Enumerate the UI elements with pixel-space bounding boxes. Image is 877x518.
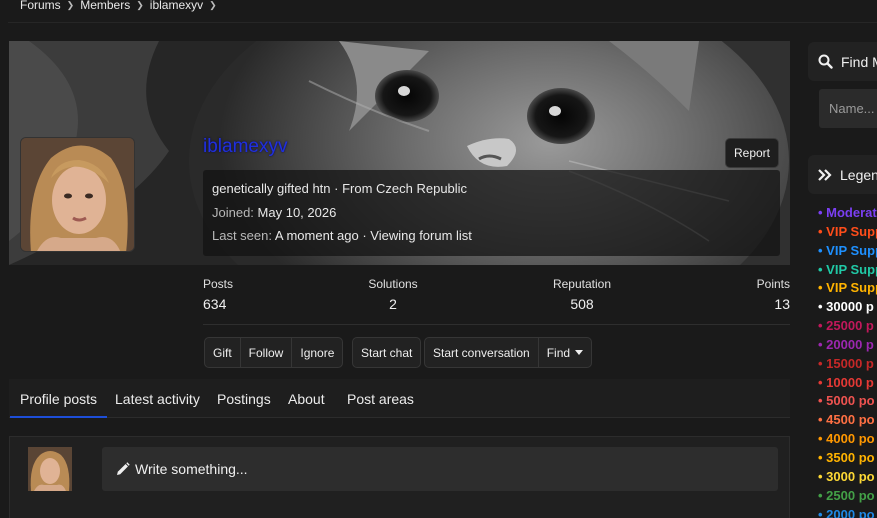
legend-list: • Moderat • VIP Supp • VIP Supp • VIP Supp •… xyxy=(818,204,877,518)
legend-item: • 4500 po xyxy=(818,412,875,428)
joined-line: Joined: May 10, 2026 xyxy=(212,205,336,220)
stat-value: 2 xyxy=(389,296,397,312)
legend-title: Legen xyxy=(840,166,877,183)
stat-label: Posts xyxy=(203,277,234,291)
legend-item: • 4000 po xyxy=(818,431,875,447)
joined-label: Joined: xyxy=(212,205,254,220)
legend-item: • 2500 po xyxy=(818,487,875,503)
tab-about[interactable]: About xyxy=(288,379,325,418)
conversation-actions: Start conversation Find xyxy=(424,337,593,368)
legend-item: • 3500 po xyxy=(818,449,875,465)
composer-placeholder: Write something... xyxy=(135,461,248,477)
stat-value: 508 xyxy=(570,296,594,312)
double-chevron-right-icon xyxy=(818,168,832,181)
chevron-right-icon: ❯ xyxy=(66,0,75,10)
tab-post-areas[interactable]: Post areas xyxy=(347,379,414,418)
stat-value: 13 xyxy=(774,296,790,312)
member-actions: Gift Follow Ignore xyxy=(204,337,344,368)
chat-actions: Start chat xyxy=(352,337,422,368)
stat-value: 634 xyxy=(203,296,227,312)
write-something-input[interactable]: Write something... xyxy=(102,447,778,491)
last-seen-label: Last seen: xyxy=(212,228,272,243)
chevron-right-icon: ❯ xyxy=(136,0,144,10)
find-member-block: Find M xyxy=(808,42,877,81)
start-chat-button[interactable]: Start chat xyxy=(353,338,420,367)
stat-label: Solutions xyxy=(368,277,418,291)
stat-reputation[interactable]: Reputation 508 xyxy=(552,277,612,312)
ignore-button[interactable]: Ignore xyxy=(292,338,342,367)
legend-item: • 2000 po xyxy=(818,506,875,518)
profile-username[interactable]: iblamexyv xyxy=(203,136,287,158)
profile-main: iblamexyv Report genetically gifted htn … xyxy=(9,41,790,518)
caret-down-icon xyxy=(575,350,584,355)
last-seen-value[interactable]: A moment ago · Viewing forum list xyxy=(275,228,472,243)
find-member-title: Find M xyxy=(841,53,877,70)
tab-postings[interactable]: Postings xyxy=(217,379,271,418)
stats-divider xyxy=(203,324,790,325)
chevron-right-icon: ❯ xyxy=(209,0,217,10)
legend-item: • 10000 p xyxy=(818,374,874,390)
start-conversation-button[interactable]: Start conversation xyxy=(425,338,539,367)
user-avatar-image xyxy=(21,138,134,251)
breadcrumb-divider xyxy=(8,22,877,23)
follow-button[interactable]: Follow xyxy=(241,338,293,367)
legend-item: • 15000 p xyxy=(818,355,874,371)
search-icon xyxy=(818,54,833,69)
breadcrumb-user[interactable]: iblamexyv xyxy=(150,0,203,12)
legend-block: Legen xyxy=(808,155,877,194)
stat-points[interactable]: Points 13 xyxy=(743,277,790,312)
profile-post-composer: Write something... xyxy=(9,436,790,518)
pencil-icon xyxy=(117,462,130,475)
profile-tabs: Profile posts Latest activity Postings A… xyxy=(9,379,790,418)
stat-label: Points xyxy=(756,277,790,291)
legend-item: • 5000 po xyxy=(818,393,875,409)
breadcrumb-forums[interactable]: Forums xyxy=(20,0,61,12)
stat-posts[interactable]: Posts 634 xyxy=(203,277,233,312)
find-button[interactable]: Find xyxy=(539,338,591,367)
legend-item: • 30000 p xyxy=(818,299,874,315)
joined-date: May 10, 2026 xyxy=(257,205,337,220)
gift-button[interactable]: Gift xyxy=(205,338,241,367)
legend-item: • VIP Supp xyxy=(818,261,877,277)
find-label: Find xyxy=(546,345,571,360)
last-seen-line: Last seen: A moment ago · Viewing forum … xyxy=(212,228,472,243)
legend-item: • VIP Supp xyxy=(818,280,877,296)
legend-item: • VIP Supp xyxy=(818,223,877,239)
legend-item: • 3000 po xyxy=(818,468,875,484)
stat-label: Reputation xyxy=(552,277,612,291)
legend-header: Legen xyxy=(808,155,877,194)
legend-item: • Moderat xyxy=(818,205,877,220)
legend-item: • 20000 p xyxy=(818,336,874,352)
tab-latest-activity[interactable]: Latest activity xyxy=(115,379,200,418)
composer-avatar[interactable] xyxy=(28,447,72,491)
tab-profile-posts[interactable]: Profile posts xyxy=(9,379,108,418)
stat-solutions[interactable]: Solutions 2 xyxy=(368,277,418,312)
profile-stats: Posts 634 Solutions 2 Reputation 508 Poi… xyxy=(203,277,790,325)
member-name-input[interactable]: Name... xyxy=(819,89,877,128)
breadcrumb: Forums ❯ Members ❯ iblamexyv ❯ xyxy=(20,0,223,14)
legend-item: • VIP Supp xyxy=(818,242,877,258)
breadcrumb-members[interactable]: Members xyxy=(80,0,130,12)
find-member-header: Find M xyxy=(808,42,877,81)
avatar[interactable] xyxy=(20,137,135,252)
profile-page: Forums ❯ Members ❯ iblamexyv ❯ iblamexyv… xyxy=(0,0,877,518)
user-avatar-image xyxy=(28,447,72,491)
legend-item: • 25000 p xyxy=(818,318,874,334)
profile-bio: genetically gifted htn · From Czech Repu… xyxy=(212,181,468,196)
report-button[interactable]: Report xyxy=(725,138,779,168)
